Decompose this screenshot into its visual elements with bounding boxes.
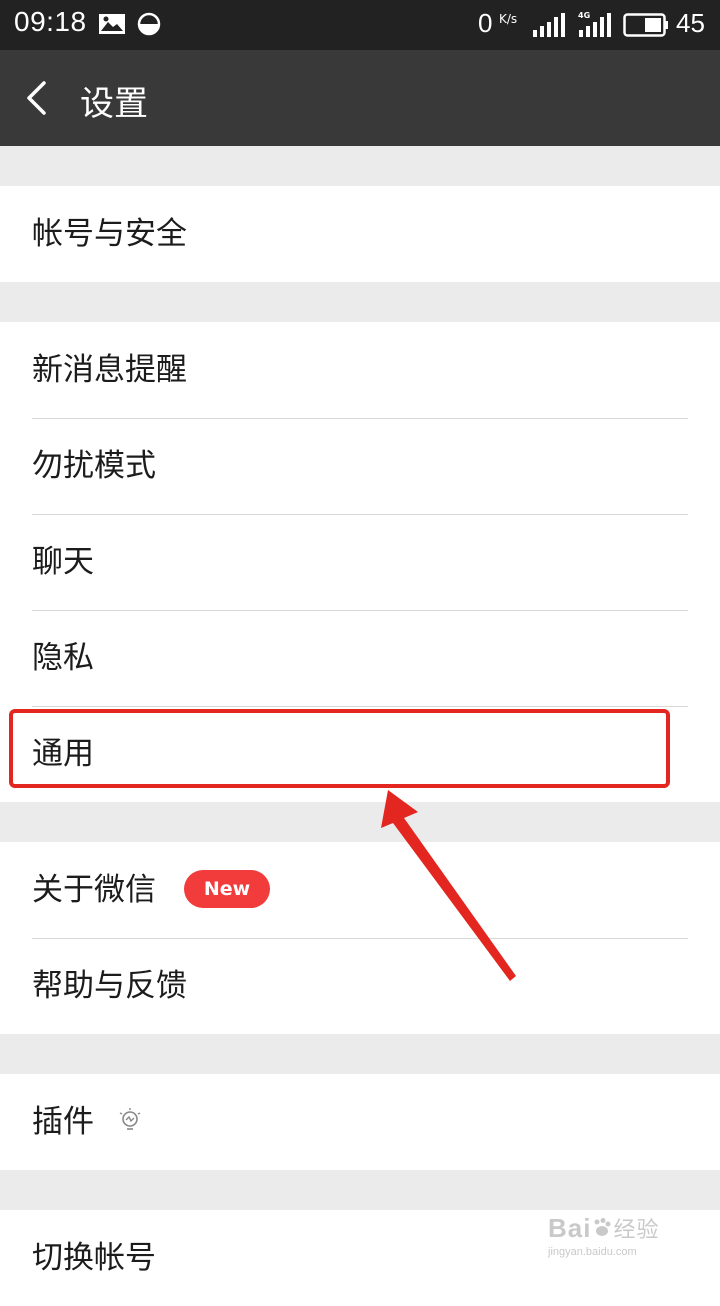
baidu-jingyan-watermark: Bai 经验 jingyan.baidu.com (548, 1212, 659, 1258)
menu-item-label: 帮助与反馈 (32, 968, 187, 1004)
menu-item-label: 勿扰模式 (32, 448, 156, 484)
menu-item-label: 隐私 (32, 640, 94, 676)
menu-item-label: 插件 (32, 1104, 94, 1140)
net-speed: 0 (478, 8, 493, 38)
image-notification-icon (99, 14, 125, 34)
menu-item-about-wechat[interactable]: 关于微信 New (0, 842, 720, 938)
page-title: 设置 (80, 84, 148, 124)
menu-item-plugins[interactable]: 插件 (0, 1074, 720, 1170)
battery-icon (623, 13, 668, 37)
settings-group-plugins: 插件 (0, 1074, 720, 1170)
menu-item-chat[interactable]: 聊天 (0, 514, 720, 610)
sync-status-icon (137, 12, 161, 36)
menu-item-privacy[interactable]: 隐私 (0, 610, 720, 706)
settings-group-account: 帐号与安全 (0, 186, 720, 282)
new-badge: New (183, 869, 271, 908)
status-bar: 09:18 0 K/s 4G 45 (0, 0, 720, 50)
menu-item-label: 聊天 (32, 544, 94, 580)
menu-item-account-security[interactable]: 帐号与安全 (0, 186, 720, 282)
menu-item-do-not-disturb[interactable]: 勿扰模式 (0, 418, 720, 514)
status-time: 09:18 (14, 6, 87, 37)
menu-item-label: 关于微信 (32, 872, 156, 908)
menu-item-new-message-alert[interactable]: 新消息提醒 (0, 322, 720, 418)
highlight-box (9, 709, 670, 788)
menu-item-help-feedback[interactable]: 帮助与反馈 (0, 938, 720, 1034)
back-arrow-icon[interactable] (24, 80, 48, 116)
menu-item-label: 帐号与安全 (32, 216, 187, 252)
network-type: 4G (578, 11, 591, 20)
battery-level: 45 (676, 8, 705, 38)
watermark-brand-cn: 经验 (613, 1217, 660, 1242)
net-speed-unit: K/s (499, 12, 518, 26)
paw-icon (594, 1218, 611, 1236)
title-bar: 设置 (0, 50, 720, 146)
menu-item-label: 新消息提醒 (32, 352, 187, 388)
signal-icon (533, 13, 565, 37)
lightbulb-icon (119, 1107, 141, 1130)
watermark-brand: Bai (548, 1213, 592, 1243)
settings-group-about: 关于微信 New 帮助与反馈 (0, 842, 720, 1034)
watermark-domain: jingyan.baidu.com (548, 1246, 637, 1258)
menu-item-label: 切换帐号 (32, 1240, 156, 1276)
